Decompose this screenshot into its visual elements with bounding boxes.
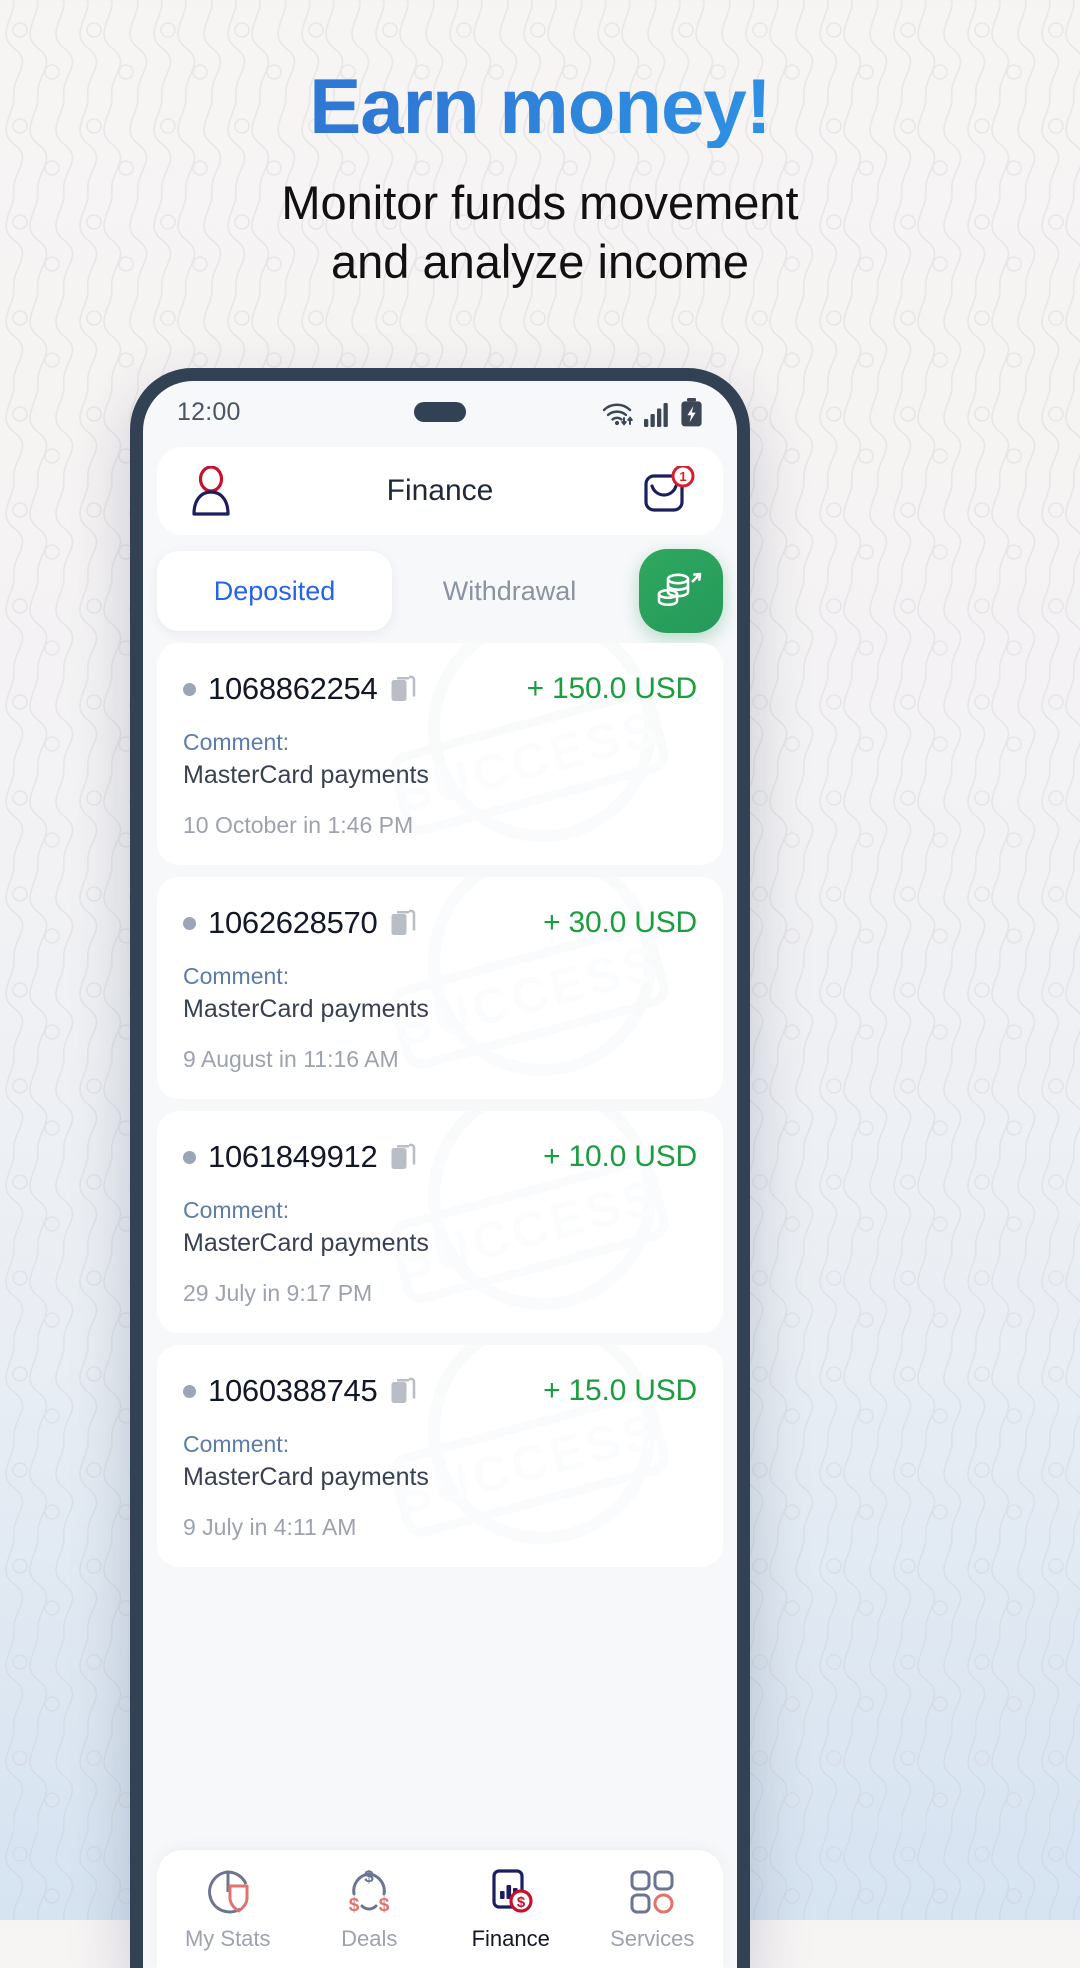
- comment-value: MasterCard payments: [183, 761, 429, 789]
- phone-mockup: 12:00 Finance 1 Deposited Withdrawal SUC…: [130, 368, 750, 1968]
- transaction-amount: + 150.0 USD: [526, 672, 698, 705]
- nav-label: Services: [610, 1926, 695, 1951]
- status-dot: [183, 916, 196, 930]
- svg-text:$: $: [349, 1895, 360, 1916]
- comment-value: MasterCard payments: [183, 1463, 429, 1491]
- tab-deposited[interactable]: Deposited: [157, 551, 392, 631]
- table-row[interactable]: SUCCESS 1060388745 + 15.0 USD Comment: M…: [157, 1345, 723, 1567]
- copy-button[interactable]: [390, 1377, 416, 1405]
- svg-text:$: $: [517, 1894, 526, 1911]
- copy-icon: [391, 909, 416, 935]
- transaction-id: 1062628570: [208, 905, 378, 940]
- transaction-type-tabs: Deposited Withdrawal: [143, 535, 737, 643]
- comment-value: MasterCard payments: [183, 995, 429, 1023]
- mail-badge-count: 1: [679, 469, 686, 484]
- nav-item-my-stats[interactable]: My Stats: [157, 1866, 299, 1952]
- wifi-icon: [602, 403, 633, 426]
- nav-label: Finance: [471, 1926, 550, 1951]
- page-title: Earn money!: [0, 64, 1080, 148]
- comment-label: Comment:: [183, 1197, 290, 1223]
- mail-button[interactable]: 1: [641, 463, 697, 519]
- signal-bars-icon: [644, 402, 668, 427]
- camera-pill: [414, 402, 466, 422]
- nav-label: My Stats: [184, 1926, 271, 1951]
- tab-withdrawal[interactable]: Withdrawal: [392, 551, 627, 631]
- app-bar: Finance 1: [157, 447, 723, 535]
- profile-button[interactable]: [183, 463, 239, 519]
- coins-deposit-icon: [657, 572, 702, 607]
- deposit-button[interactable]: [639, 549, 723, 633]
- comment-label: Comment:: [183, 729, 290, 755]
- copy-button[interactable]: [390, 909, 416, 937]
- transaction-amount: + 30.0 USD: [543, 906, 697, 939]
- comment-value: MasterCard payments: [183, 1229, 429, 1257]
- nav-item-services[interactable]: Services: [582, 1866, 724, 1952]
- table-row[interactable]: SUCCESS 1062628570 + 30.0 USD Comment: M…: [157, 877, 723, 1099]
- page-header-title: Finance: [386, 474, 494, 507]
- battery-charging-icon: [681, 397, 702, 426]
- status-dot: [183, 1384, 196, 1398]
- table-row[interactable]: SUCCESS 1068862254 + 150.0 USD Comment: …: [157, 643, 723, 865]
- transaction-amount: + 10.0 USD: [543, 1140, 697, 1173]
- copy-icon: [391, 1143, 416, 1169]
- comment-label: Comment:: [183, 1431, 290, 1457]
- svg-text:$: $: [365, 1867, 375, 1886]
- nav-item-finance[interactable]: $ Finance: [440, 1866, 582, 1952]
- transaction-date: 10 October in 1:46 PM: [183, 812, 414, 838]
- exchange-dollar-icon: $ $ $: [349, 1867, 390, 1916]
- transaction-date: 9 August in 11:16 AM: [183, 1046, 399, 1072]
- promo-block: Earn money! Monitor funds movement and a…: [0, 0, 1080, 292]
- chart-dollar-icon: $: [492, 1869, 533, 1913]
- status-clock: 12:00: [177, 397, 241, 426]
- svg-text:$: $: [379, 1895, 390, 1916]
- transaction-id: 1061849912: [208, 1139, 378, 1174]
- copy-button[interactable]: [390, 1143, 416, 1171]
- promo-subtitle-line-2: and analyze income: [330, 234, 750, 288]
- copy-icon: [391, 1377, 416, 1403]
- copy-icon: [391, 675, 416, 701]
- transaction-list[interactable]: SUCCESS 1068862254 + 150.0 USD Comment: …: [143, 643, 737, 1840]
- transaction-amount: + 15.0 USD: [543, 1374, 697, 1407]
- bottom-navigation: My Stats $ $ $ Deals $ Finance Services: [157, 1850, 723, 1968]
- transaction-id: 1068862254: [208, 671, 378, 706]
- pie-shield-icon: [207, 1870, 249, 1914]
- promo-subtitle-line-1: Monitor funds movement: [281, 176, 799, 230]
- mail-icon: 1: [644, 466, 695, 512]
- grid-apps-icon: [630, 1870, 674, 1914]
- status-bar: 12:00: [143, 381, 737, 443]
- transaction-id: 1060388745: [208, 1373, 378, 1408]
- table-row[interactable]: SUCCESS 1061849912 + 10.0 USD Comment: M…: [157, 1111, 723, 1333]
- status-dot: [183, 682, 196, 696]
- phone-screen: 12:00 Finance 1 Deposited Withdrawal SUC…: [143, 381, 737, 1968]
- nav-item-deals[interactable]: $ $ $ Deals: [299, 1866, 441, 1952]
- status-dot: [183, 1150, 196, 1164]
- copy-button[interactable]: [390, 675, 416, 703]
- nav-label: Deals: [341, 1926, 398, 1951]
- transaction-date: 29 July in 9:17 PM: [183, 1280, 373, 1306]
- transaction-date: 9 July in 4:11 AM: [183, 1514, 357, 1540]
- profile-icon: [192, 466, 230, 516]
- comment-label: Comment:: [183, 963, 290, 989]
